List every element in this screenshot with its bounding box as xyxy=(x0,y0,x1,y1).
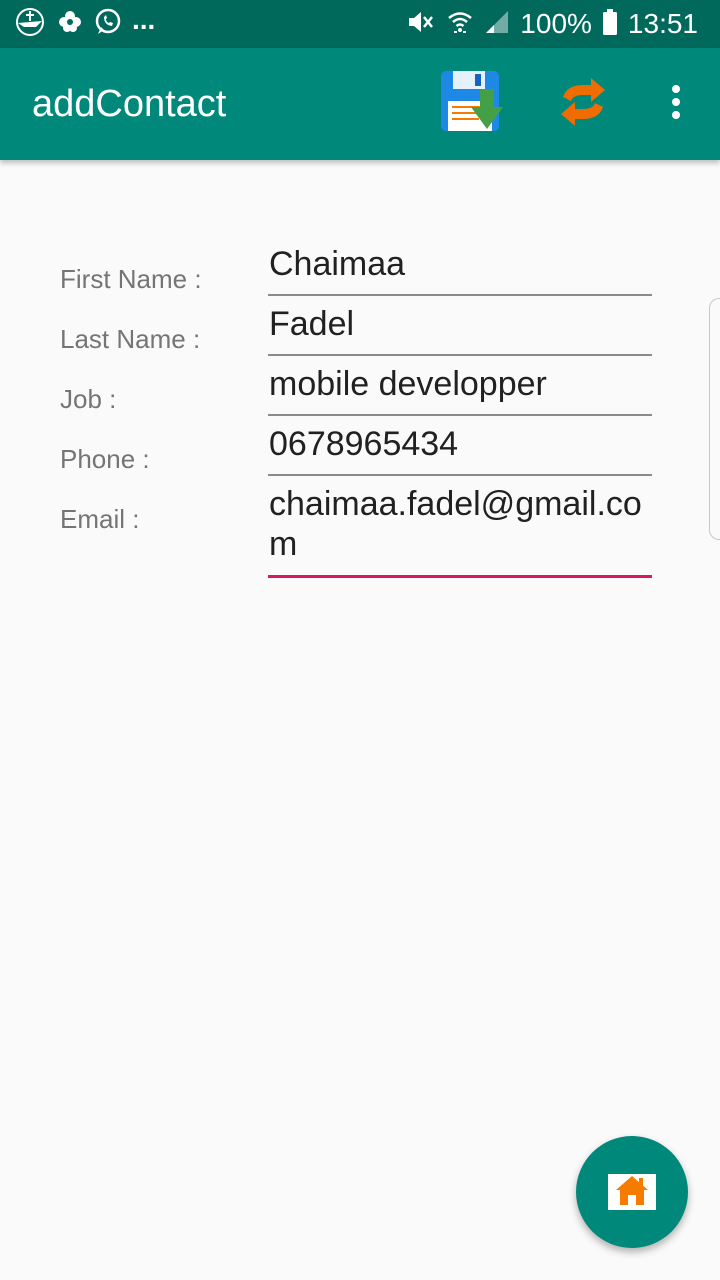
system-status: 100% 13:51 xyxy=(406,8,698,40)
app-bar: addContact xyxy=(0,48,720,160)
battery-percent: 100% xyxy=(520,8,592,39)
save-icon xyxy=(439,69,505,140)
save-button[interactable] xyxy=(432,48,512,160)
edge-panel-handle[interactable] xyxy=(709,298,720,540)
wifi-icon xyxy=(446,8,474,41)
mute-icon xyxy=(406,8,436,41)
home-icon-frame xyxy=(608,1174,656,1210)
last-name-value: Fadel xyxy=(269,305,355,343)
notification-icons: ... xyxy=(14,4,156,42)
job-label: Job : xyxy=(60,384,117,414)
email-field[interactable]: chaimaa.fadel@gmail.com xyxy=(268,484,652,578)
phone-label: Phone : xyxy=(60,444,150,474)
email-value: chaimaa.fadel@gmail.com xyxy=(269,485,642,563)
overflow-menu-button[interactable] xyxy=(652,48,700,160)
email-label: Email : xyxy=(60,504,140,534)
first-name-field[interactable]: Chaimaa xyxy=(268,244,652,296)
phone-value: 0678965434 xyxy=(269,425,459,463)
home-fab-button[interactable] xyxy=(576,1136,688,1248)
sync-icon xyxy=(557,77,609,132)
job-value: mobile developper xyxy=(269,365,547,403)
clock: 13:51 xyxy=(627,8,698,39)
phone-field[interactable]: 0678965434 xyxy=(268,424,652,476)
boat-icon xyxy=(14,7,46,42)
home-icon xyxy=(614,1174,650,1211)
last-name-field[interactable]: Fadel xyxy=(268,304,652,356)
more-vert-icon xyxy=(670,84,682,125)
first-name-value: Chaimaa xyxy=(269,245,406,283)
battery-icon xyxy=(602,8,618,41)
job-field[interactable]: mobile developper xyxy=(268,364,652,416)
flower-icon xyxy=(56,8,84,41)
whatsapp-icon xyxy=(94,8,122,41)
more-notifications-indicator: ... xyxy=(132,4,156,35)
page-title: addContact xyxy=(32,83,227,125)
signal-icon xyxy=(484,9,510,40)
first-name-label: First Name : xyxy=(60,264,202,294)
last-name-label: Last Name : xyxy=(60,324,201,354)
sync-button[interactable] xyxy=(545,48,621,160)
status-bar: ... 100% 13:51 xyxy=(0,0,720,48)
